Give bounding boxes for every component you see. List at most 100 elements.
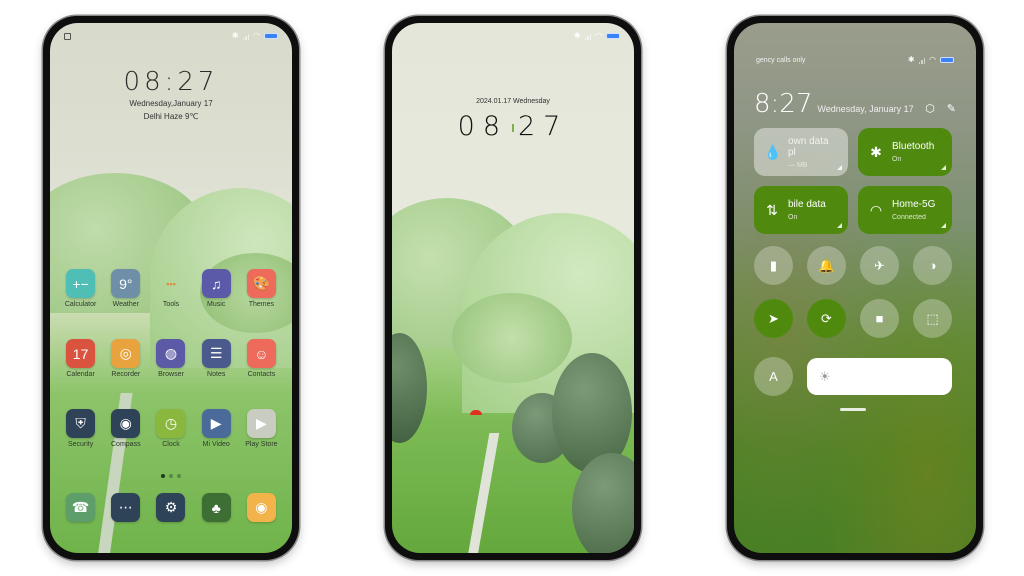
flashlight-icon: ▮ — [769, 257, 778, 273]
app-tools[interactable]: ▪▪▪ Tools — [148, 269, 193, 309]
page-dot[interactable] — [169, 474, 173, 478]
tile-title: Bluetooth — [892, 141, 935, 152]
compass-icon: ◉ — [111, 409, 141, 438]
bluetooth-icon: ✱ — [573, 31, 581, 40]
app-browser[interactable]: ◍ Browser — [148, 339, 193, 378]
app-music[interactable]: ♫ Music — [194, 269, 239, 308]
phone-lock-screen: ✱ ◠ 2024.01.17 Wednesday 08 27 — [385, 16, 641, 560]
toggle-airplane-mode[interactable]: ✈ — [860, 246, 899, 285]
showcase-stage: ✱ ◠ 08:27 Wednesday,January 17 Delhi Haz… — [0, 0, 1024, 576]
app-settings[interactable]: ⚙ — [148, 493, 193, 522]
brightness-slider[interactable]: ☀ — [807, 358, 952, 395]
home-weather[interactable]: Delhi Haze 9℃ — [50, 112, 292, 121]
location-arrow-icon: ➤ — [768, 310, 779, 326]
app-mi-video[interactable]: ▶ Mi Video — [194, 409, 239, 448]
app-label: Weather — [112, 301, 139, 308]
wifi-icon: ◠ — [253, 31, 260, 40]
page-dot[interactable] — [161, 474, 165, 478]
tile-wifi[interactable]: ◠ Home-5G Connected — [858, 186, 952, 234]
app-gallery[interactable]: ♣ — [194, 493, 239, 522]
weather-icon: 9° — [111, 269, 141, 298]
security-icon: ⛨ — [66, 409, 96, 438]
app-messages[interactable]: ⋯ — [103, 493, 148, 522]
app-notes[interactable]: ☰ Notes — [194, 339, 239, 378]
app-security[interactable]: ⛨ Security — [58, 409, 103, 448]
toggle-flashlight[interactable]: ▮ — [754, 246, 793, 285]
toggle-screen-record[interactable]: ■ — [860, 299, 899, 338]
expand-corner-icon[interactable] — [941, 223, 946, 228]
toggle-mute[interactable]: 🔔 — [807, 246, 846, 285]
tile-mobile-data[interactable]: ⇅ bile data On — [754, 186, 848, 234]
app-label: Recorder — [111, 371, 141, 378]
app-row-3: ⛨ Security ◉ Compass ◷ Clock ▶ Mi Video ▶ Play St… — [58, 409, 284, 448]
drag-handle[interactable] — [840, 408, 866, 411]
toggle-dark-mode[interactable]: ◑ — [913, 246, 952, 285]
app-label: Browser — [158, 371, 184, 378]
app-label: Compass — [111, 441, 141, 448]
app-recorder[interactable]: ◎ Recorder — [103, 339, 148, 378]
status-bar: gency calls only ✱ ◠ — [756, 56, 954, 64]
toggle-rotation-lock[interactable]: ⟳ — [807, 299, 846, 338]
expand-corner-icon[interactable] — [941, 165, 946, 170]
clock-icon: ◷ — [156, 409, 186, 438]
app-compass[interactable]: ◉ Compass — [103, 409, 148, 448]
app-weather[interactable]: 9° Weather — [103, 269, 148, 308]
app-label: Notes — [207, 371, 226, 378]
music-icon: ♫ — [201, 269, 231, 298]
tile-title: own data pl — [788, 135, 829, 158]
signal-icon — [242, 33, 250, 40]
clock-separator — [512, 123, 514, 132]
toggle-location[interactable]: ➤ — [754, 299, 793, 338]
app-clock[interactable]: ◷ Clock — [148, 409, 193, 448]
page-indicator[interactable] — [50, 474, 292, 478]
app-camera[interactable]: ◉ — [239, 493, 284, 522]
settings-icon: ⚙ — [156, 493, 186, 522]
scan-icon: ⬚ — [926, 310, 939, 326]
app-phone[interactable]: ☎ — [58, 493, 103, 522]
tile-subtitle: On — [892, 156, 902, 163]
lock-date: 2024.01.17 Wednesday — [476, 98, 550, 105]
expand-corner-icon[interactable] — [837, 223, 842, 228]
contrast-icon: ◑ — [928, 258, 937, 273]
app-label: Clock — [162, 441, 180, 448]
water-drop-icon: 💧 — [764, 143, 782, 160]
mobile-data-icon: ⇅ — [766, 201, 778, 218]
edit-icon[interactable]: ✎ — [947, 102, 956, 115]
home-date: Wednesday,January 17 — [129, 99, 213, 108]
app-label: Tools — [162, 301, 180, 308]
page-dot[interactable] — [177, 474, 181, 478]
settings-icon[interactable]: ⬡ — [925, 102, 935, 115]
bluetooth-icon: ✱ — [870, 143, 882, 160]
video-camera-icon: ■ — [875, 311, 884, 326]
app-contacts[interactable]: ☺ Contacts — [239, 339, 284, 378]
app-calendar[interactable]: 17 Calendar — [58, 339, 103, 378]
app-calculator[interactable]: +− Calculator — [58, 269, 103, 308]
status-bar: ✱ ◠ — [50, 29, 292, 43]
camera-icon: ◉ — [246, 493, 276, 522]
expand-corner-icon[interactable] — [837, 165, 842, 170]
bluetooth-icon: ✱ — [907, 55, 915, 64]
lock-clock: 08 27 — [392, 111, 634, 142]
tile-subtitle: On — [788, 214, 798, 221]
tile-bluetooth[interactable]: ✱ Bluetooth On — [858, 128, 952, 176]
control-center: gency calls only ✱ ◠ 8:27 Wednesday, Jan… — [734, 23, 976, 553]
tree-cluster — [452, 293, 572, 383]
auto-brightness-icon: A — [769, 369, 778, 384]
app-play-store[interactable]: ▶ Play Store — [239, 409, 284, 448]
app-themes[interactable]: 🎨 Themes — [239, 269, 284, 308]
tile-water-drop[interactable]: 💧 own data pl — MB — [754, 128, 848, 176]
messages-icon: ⋯ — [111, 493, 141, 522]
app-label: Music — [207, 301, 226, 308]
tools-icon: ▪▪▪ — [166, 278, 176, 289]
phone-icon: ☎ — [66, 493, 96, 522]
app-label: Mi Video — [202, 441, 230, 448]
recorder-icon: ◎ — [111, 339, 141, 368]
calculator-icon: +− — [66, 269, 96, 298]
bell-icon: 🔔 — [818, 257, 835, 273]
wifi-icon: ◠ — [595, 31, 602, 40]
toggle-auto-brightness[interactable]: A — [754, 357, 793, 396]
toggle-scan[interactable]: ⬚ — [913, 299, 952, 338]
app-label: Contacts — [247, 371, 276, 378]
app-row-1: +− Calculator 9° Weather ▪▪▪ Tools ♫ Music 🎨 Them… — [58, 269, 284, 308]
home-clock: 08:27 — [123, 67, 219, 97]
